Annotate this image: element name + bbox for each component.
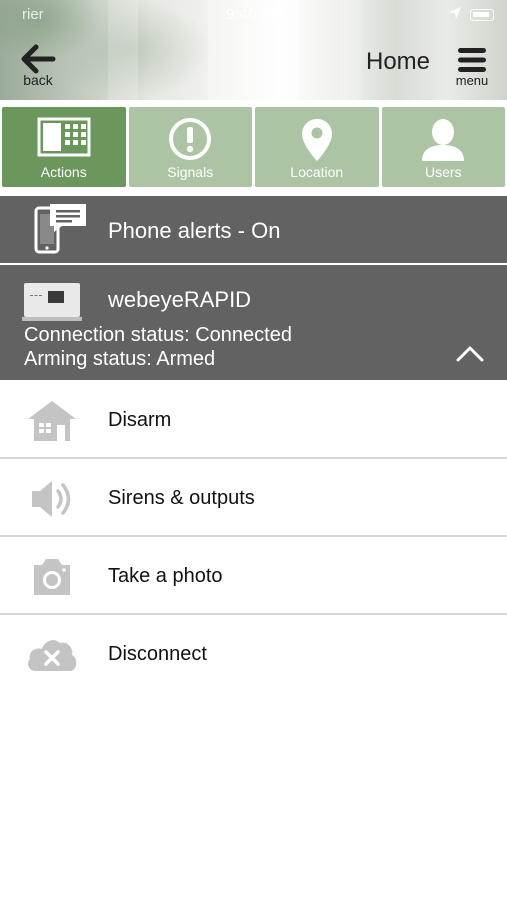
back-button[interactable]: back bbox=[14, 44, 62, 94]
tab-label: Users bbox=[424, 164, 462, 180]
menu-button[interactable]: menu bbox=[450, 46, 494, 92]
action-label: Take a photo bbox=[108, 565, 223, 587]
device-name: webeyeRAPID bbox=[108, 287, 252, 312]
disarm-action[interactable]: Disarm bbox=[0, 381, 507, 459]
tab-bar: Actions Signals Location Users bbox=[0, 107, 507, 189]
status-time: 9:40 AM bbox=[226, 6, 285, 23]
back-arrow-icon bbox=[21, 44, 56, 74]
cloud-x-icon bbox=[24, 633, 80, 677]
action-label: Sirens & outputs bbox=[108, 487, 255, 509]
phone-alerts-label: Phone alerts - On bbox=[108, 218, 281, 243]
collapse-button[interactable] bbox=[452, 338, 488, 368]
hamburger-menu-icon bbox=[458, 48, 486, 72]
tab-location[interactable]: Location bbox=[255, 107, 379, 187]
status-bar: rier 9:40 AM bbox=[0, 4, 507, 26]
exclamation-icon bbox=[169, 118, 212, 160]
device-panel-icon bbox=[22, 283, 82, 321]
chevron-up-icon bbox=[456, 346, 484, 362]
action-list: Disarm Sirens & outputs Take a photo Dis… bbox=[0, 381, 507, 693]
take-photo-action[interactable]: Take a photo bbox=[0, 537, 507, 615]
house-icon bbox=[24, 399, 80, 443]
tab-actions[interactable]: Actions bbox=[2, 107, 126, 187]
action-label: Disconnect bbox=[108, 643, 207, 665]
tab-label: Location bbox=[290, 164, 344, 180]
action-label: Disarm bbox=[108, 409, 172, 431]
keypad-icon bbox=[37, 117, 91, 157]
page-title: Home bbox=[366, 48, 431, 75]
back-label: back bbox=[23, 72, 53, 88]
camera-icon bbox=[24, 555, 80, 599]
map-pin-icon bbox=[301, 119, 332, 161]
tab-signals[interactable]: Signals bbox=[128, 107, 252, 187]
app-header: rier 9:40 AM back Home menu bbox=[0, 0, 507, 100]
carrier-label: rier bbox=[22, 6, 44, 23]
sirens-outputs-action[interactable]: Sirens & outputs bbox=[0, 459, 507, 537]
location-arrow-icon bbox=[448, 6, 462, 24]
user-icon bbox=[422, 119, 465, 161]
tab-users[interactable]: Users bbox=[381, 107, 505, 187]
battery-icon bbox=[470, 9, 494, 21]
tab-label: Signals bbox=[167, 164, 214, 180]
phone-message-icon bbox=[32, 202, 90, 261]
menu-label: menu bbox=[455, 73, 489, 88]
disconnect-action[interactable]: Disconnect bbox=[0, 615, 507, 693]
connection-status: Connection status: Connected bbox=[24, 324, 292, 346]
phone-alerts-toggle[interactable]: Phone alerts - On bbox=[0, 196, 507, 263]
tab-label: Actions bbox=[40, 164, 87, 180]
device-panel: webeyeRAPID Connection status: Connected… bbox=[0, 265, 507, 380]
arming-status: Arming status: Armed bbox=[24, 348, 216, 370]
speaker-icon bbox=[24, 477, 80, 521]
